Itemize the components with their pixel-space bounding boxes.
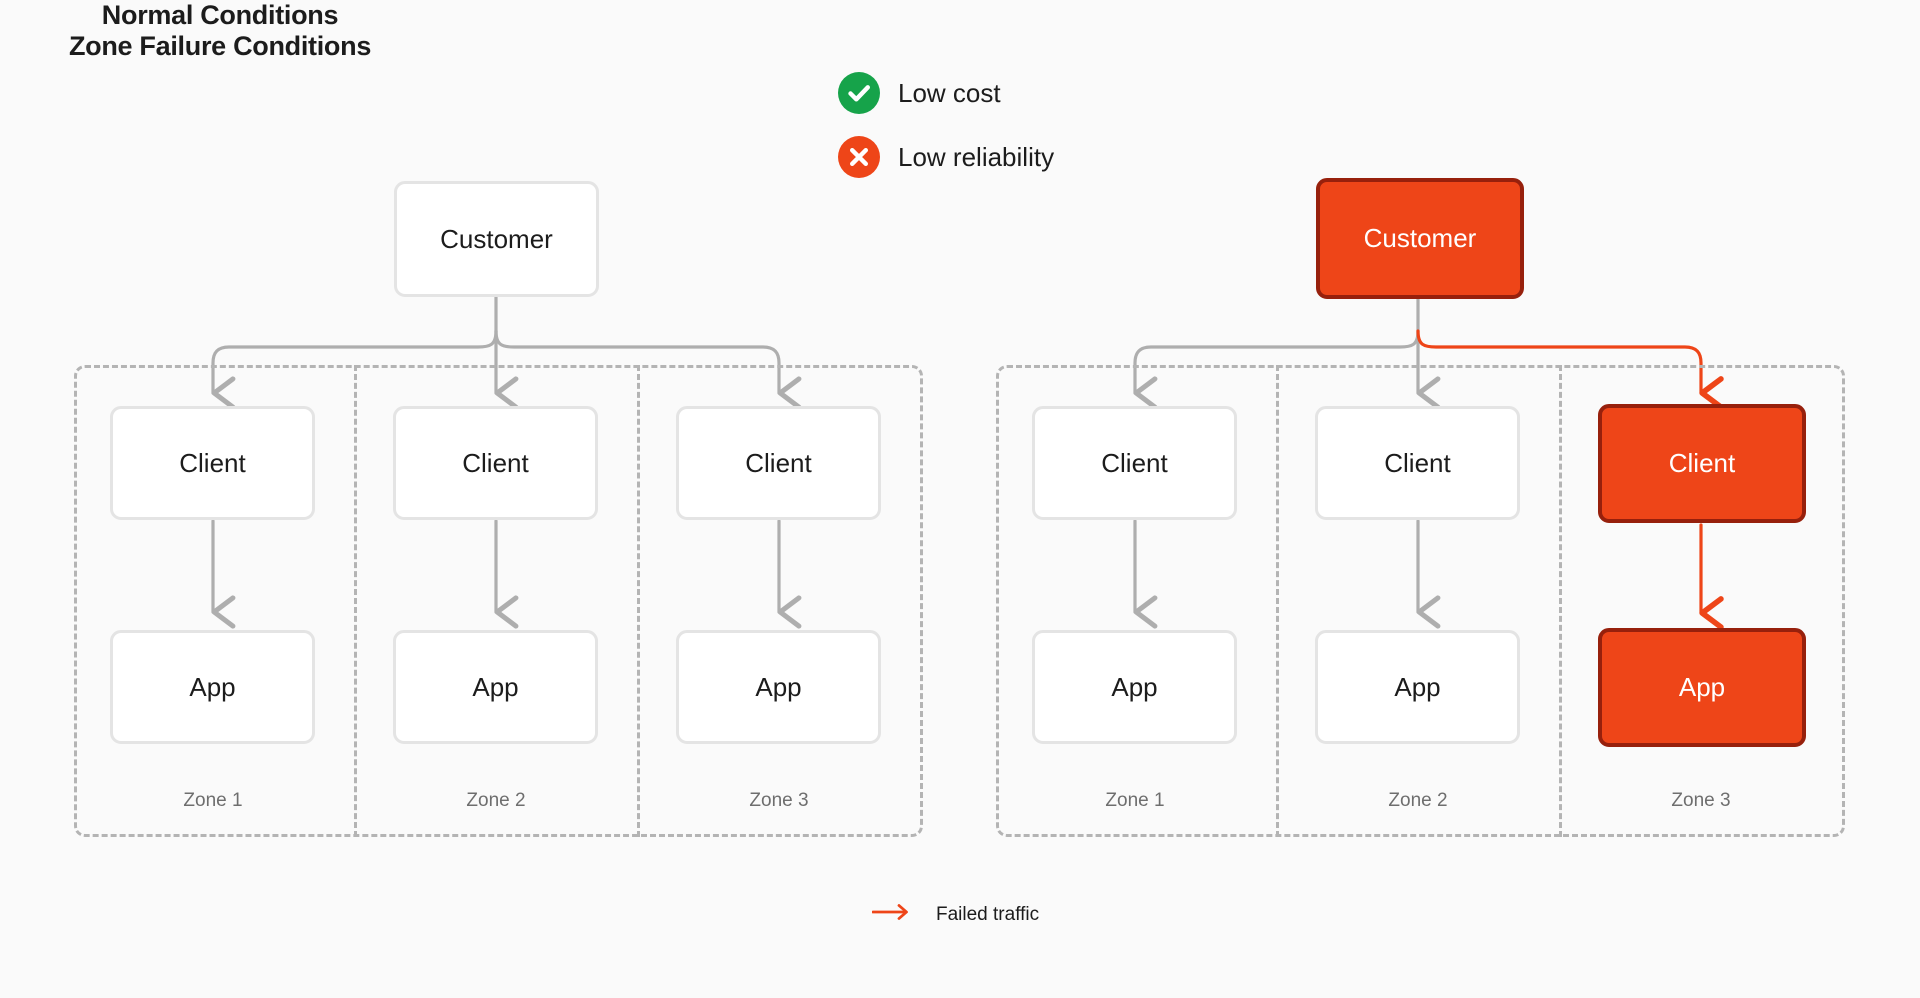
failure-zone1-client-label: Client [1101,447,1168,478]
normal-customer-node[interactable]: Customer [394,181,599,297]
normal-zone1-label: Zone 1 [183,790,243,811]
failure-customer-label: Customer [1363,223,1477,253]
normal-zone1-app-label: App [189,671,236,702]
legend-item-low-cost: Low cost [838,72,1054,114]
check-circle-icon [838,72,880,114]
normal-zone3-app-node[interactable]: App [676,630,881,744]
failure-zone2-client-node[interactable]: Client [1315,406,1520,520]
failure-zone2-app-label: App [1394,671,1441,702]
normal-zone3-client-label: Client [745,447,812,478]
failure-zone2-client-label: Client [1384,447,1451,478]
legend-bottom: Failed traffic [871,902,1040,927]
failure-zone-divider-1 [1276,365,1279,837]
normal-customer-label: Customer [440,223,553,254]
normal-zone-divider-1 [354,365,357,837]
failure-zone-divider-2 [1559,365,1562,837]
failure-zone1-client-node[interactable]: Client [1032,406,1237,520]
normal-zone1-client-label: Client [179,447,246,478]
normal-zone3-label: Zone 3 [749,790,809,811]
failure-zone1-app-label: App [1111,671,1158,702]
failure-zone3-client-label: Client [1668,448,1736,478]
legend-item-low-reliability: Low reliability [838,136,1054,178]
failure-zone3-app-label: App [1678,672,1726,702]
diagram-canvas: Normal Conditions Customer Client App Zo… [0,0,1920,998]
failure-customer-node[interactable]: Customer [1316,178,1524,299]
normal-zone2-client-node[interactable]: Client [393,406,598,520]
legend-label-failed-traffic: Failed traffic [936,903,1040,925]
normal-zone-divider-2 [637,365,640,837]
normal-zone1-app-node[interactable]: App [110,630,315,744]
normal-zone3-app-label: App [755,671,802,702]
failure-zone2-label: Zone 2 [1388,790,1448,811]
x-circle-icon [838,136,880,178]
failure-zone2-app-node[interactable]: App [1315,630,1520,744]
normal-zone2-client-label: Client [462,447,529,478]
failure-zone3-client-node[interactable]: Client [1598,404,1806,523]
legend-top: Low cost Low reliability [838,72,1054,178]
normal-zone3-client-node[interactable]: Client [676,406,881,520]
legend-label-low-reliability: Low reliability [898,141,1055,172]
failure-zone3-label: Zone 3 [1671,790,1731,811]
failure-zone1-app-node[interactable]: App [1032,630,1237,744]
normal-zone2-app-label: App [472,671,519,702]
legend-label-low-cost: Low cost [898,77,1001,108]
normal-zone1-client-node[interactable]: Client [110,406,315,520]
failure-zone3-app-node[interactable]: App [1598,628,1806,747]
normal-zone2-label: Zone 2 [466,790,526,811]
normal-zone2-app-node[interactable]: App [393,630,598,744]
arrow-right-icon [871,902,914,927]
failure-zone1-label: Zone 1 [1105,790,1165,811]
